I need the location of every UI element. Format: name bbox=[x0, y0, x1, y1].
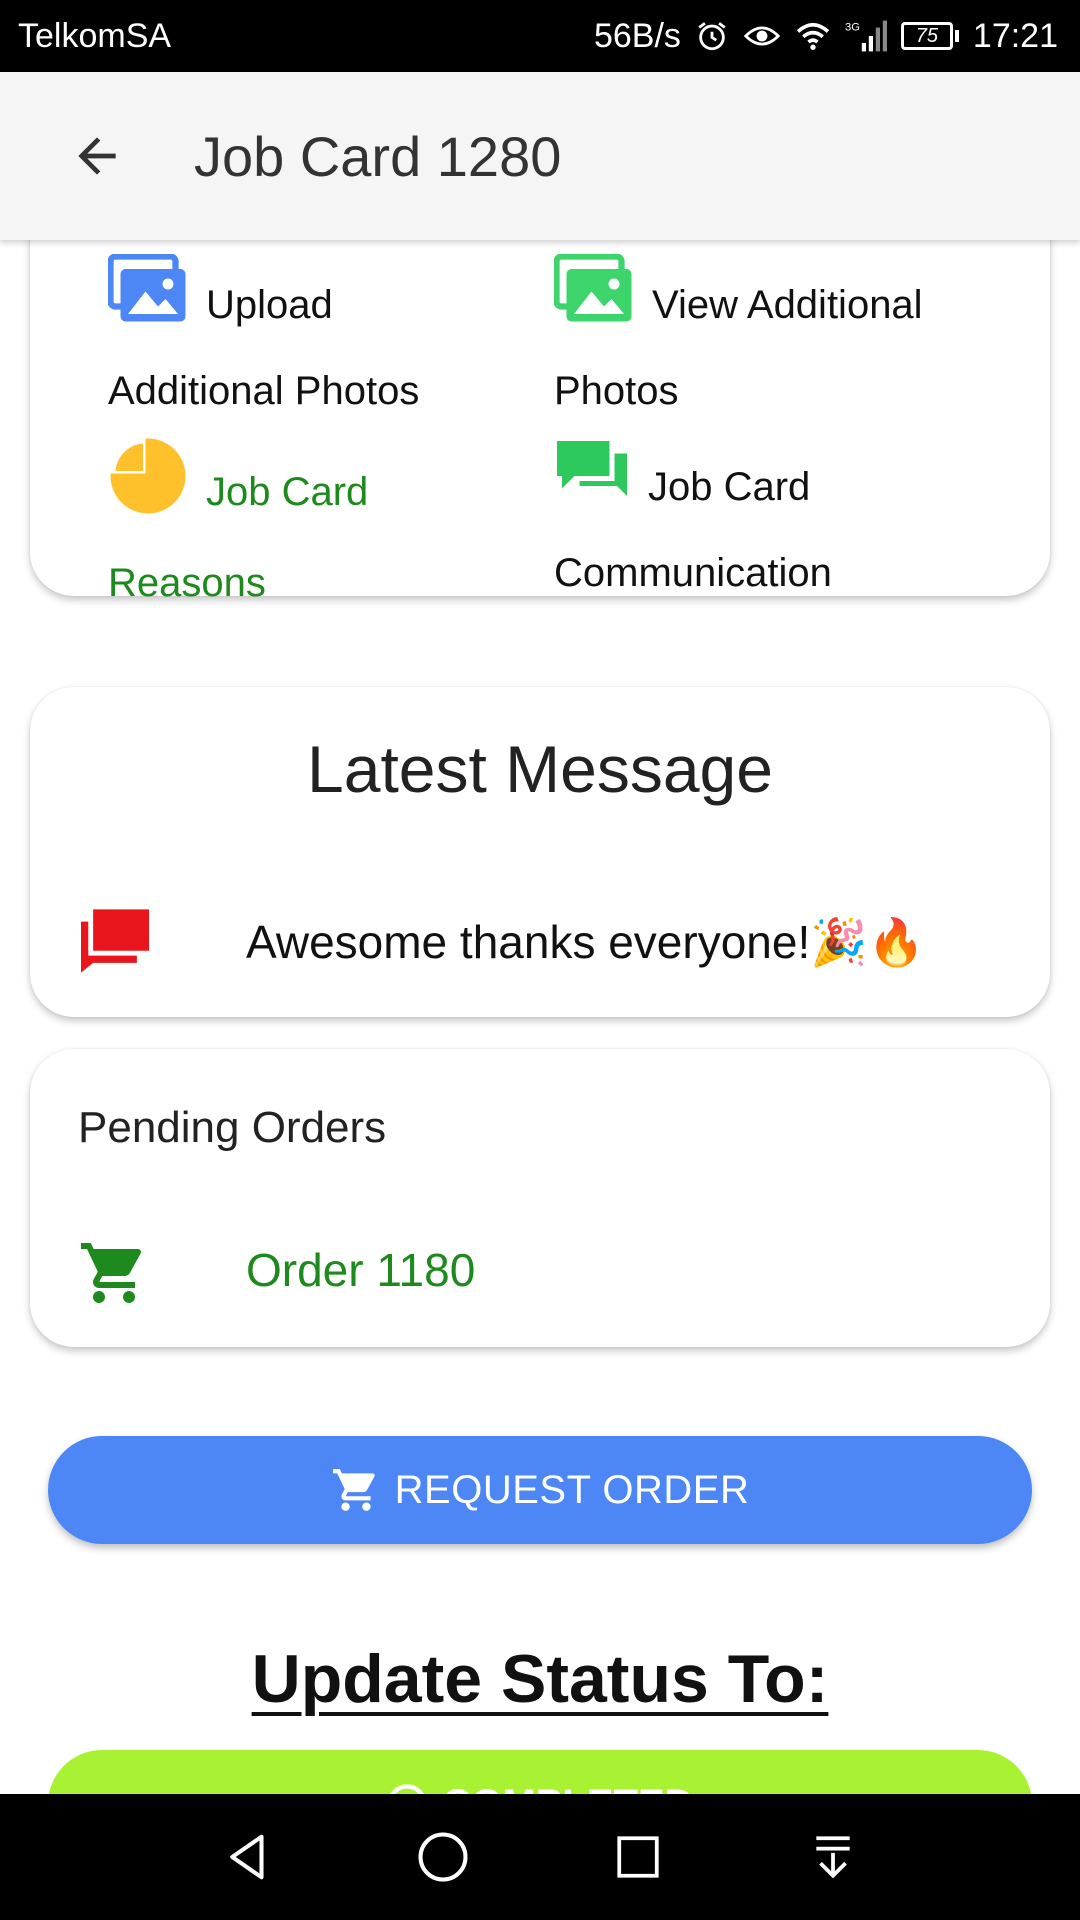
square-recents-icon bbox=[616, 1836, 659, 1878]
pending-orders-title: Pending Orders bbox=[78, 1103, 387, 1152]
latest-message-heading: Latest Message bbox=[307, 732, 773, 806]
chat-icon bbox=[554, 436, 630, 533]
update-status-heading: Update Status To: bbox=[251, 1641, 829, 1717]
nav-home-button[interactable] bbox=[398, 1812, 488, 1902]
nav-back-button[interactable] bbox=[203, 1812, 293, 1902]
battery-icon: 75 bbox=[900, 22, 959, 50]
completed-label: COMPLETED bbox=[442, 1782, 693, 1795]
request-order-label: REQUEST ORDER bbox=[394, 1467, 750, 1512]
cart-icon bbox=[81, 1243, 142, 1303]
cart-icon bbox=[331, 1465, 381, 1515]
pending-orders-card: Pending Orders Order 1180 bbox=[30, 1049, 1050, 1347]
pie-chart-icon bbox=[108, 436, 188, 543]
message-icon-wrap bbox=[78, 907, 152, 975]
eye-icon bbox=[743, 21, 781, 51]
order-link[interactable]: Order 1180 bbox=[246, 1243, 475, 1297]
network-speed: 56B/s bbox=[593, 16, 681, 55]
circle-home-icon bbox=[417, 1832, 468, 1882]
content-scroll[interactable]: Upload Additional Photos View Additional… bbox=[0, 240, 1080, 1794]
job-card-communication-action[interactable]: Job Card Communication bbox=[554, 441, 954, 613]
nav-recents-button[interactable] bbox=[593, 1812, 683, 1902]
back-button[interactable] bbox=[42, 101, 152, 211]
arrow-left-icon bbox=[78, 137, 116, 175]
job-card-reasons-action[interactable]: Job Card Reasons bbox=[108, 438, 508, 623]
carrier-name: TelkomSA bbox=[18, 16, 172, 55]
app-bar: Job Card 1280 bbox=[0, 72, 1080, 240]
pull-down-icon bbox=[815, 1836, 850, 1879]
alarm-icon bbox=[695, 19, 729, 53]
view-photos-action[interactable]: View Additional Photos bbox=[553, 253, 954, 431]
image-icon bbox=[107, 253, 188, 351]
page-title: Job Card 1280 bbox=[194, 124, 562, 188]
completed-button[interactable]: COMPLETED bbox=[48, 1750, 1032, 1794]
check-circle-icon bbox=[386, 1783, 428, 1794]
cart-icon-wrap bbox=[78, 1237, 150, 1314]
network-type: 3G bbox=[845, 21, 860, 33]
latest-message-card[interactable]: Latest Message Awesome thanks everyone!🎉… bbox=[30, 687, 1050, 1017]
job-actions-card: Upload Additional Photos View Additional… bbox=[30, 240, 1050, 605]
signal-icon: 3G bbox=[845, 19, 887, 53]
messages-icon bbox=[81, 909, 149, 973]
status-indicators: 56B/s 3G 75 17:21 bbox=[594, 17, 1058, 56]
wifi-icon bbox=[795, 21, 831, 51]
request-order-button[interactable]: REQUEST ORDER bbox=[48, 1436, 1032, 1544]
latest-message-text: Awesome thanks everyone!🎉🔥 bbox=[246, 916, 925, 968]
nav-notifications-button[interactable] bbox=[788, 1812, 878, 1902]
system-nav-bar bbox=[0, 1794, 1080, 1920]
image-icon bbox=[553, 253, 634, 351]
upload-photos-action[interactable]: Upload Additional Photos bbox=[107, 253, 508, 431]
clock: 17:21 bbox=[972, 16, 1058, 55]
battery-level: 75 bbox=[900, 22, 953, 50]
triangle-back-icon bbox=[229, 1834, 264, 1880]
status-bar: TelkomSA 56B/s 3G 75 17:21 bbox=[0, 0, 1080, 72]
